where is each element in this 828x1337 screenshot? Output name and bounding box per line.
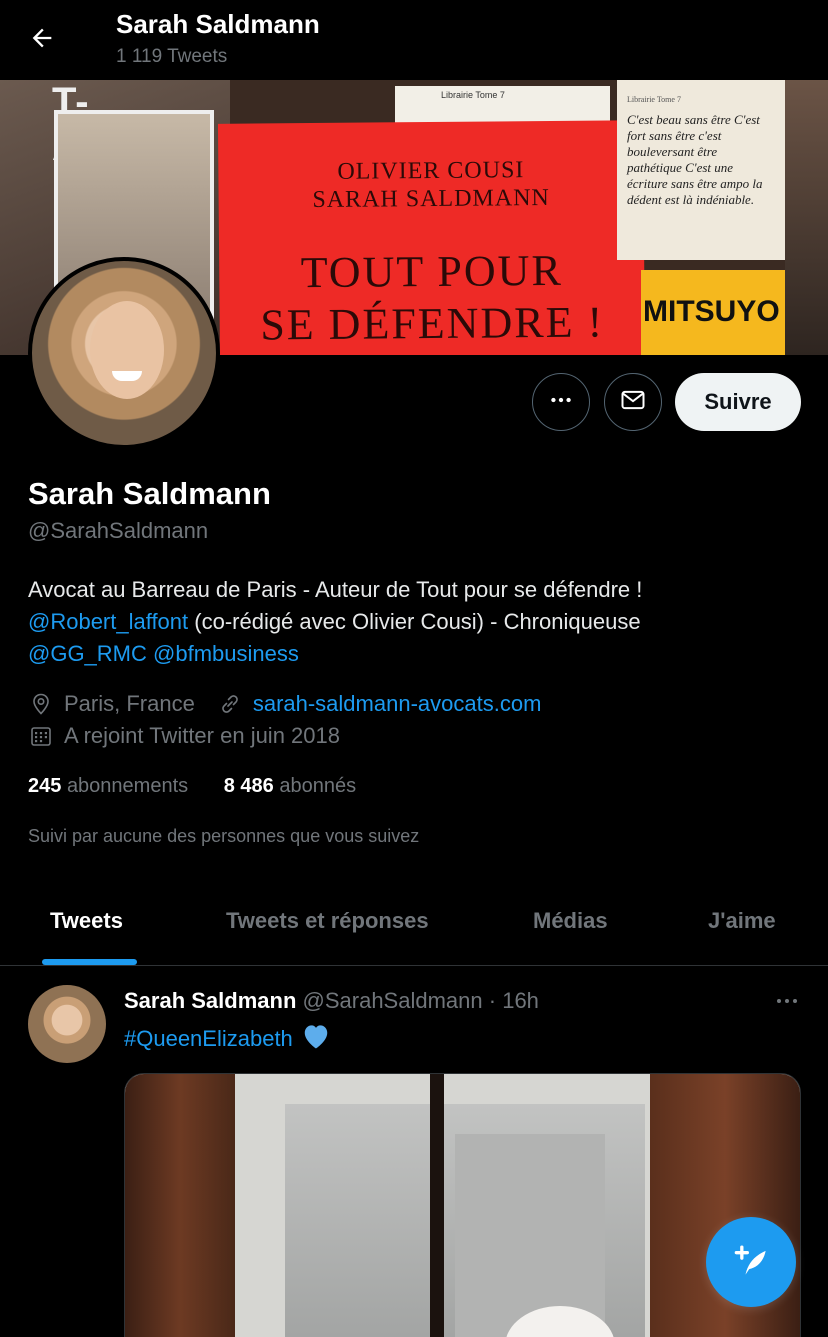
tab-tweets-replies[interactable]: Tweets et réponses	[226, 908, 429, 934]
bio-line-2: (co-rédigé avec Olivier Cousi) - Chroniq…	[188, 609, 641, 634]
tab-likes[interactable]: J'aime	[708, 908, 776, 934]
tweet-separator: ·	[488, 988, 497, 1013]
tweet-count: 1 119 Tweets	[116, 46, 228, 67]
bio-mention-bfmbusiness[interactable]: @bfmbusiness	[153, 641, 299, 666]
location-pin-icon	[28, 691, 54, 717]
more-options-button[interactable]	[532, 373, 590, 431]
compose-feather-icon	[729, 1238, 773, 1287]
tweet-author-name[interactable]: Sarah Saldmann	[124, 988, 296, 1013]
header-title: Sarah Saldmann	[116, 9, 320, 39]
banner-yellow-book: MITSUYO	[641, 270, 791, 355]
banner-right-panel	[785, 80, 828, 355]
tabs-divider	[0, 965, 828, 966]
profile-stats: 245 abonnements 8 486 abonnés	[28, 775, 356, 798]
profile-meta-joined: A rejoint Twitter en juin 2018	[28, 723, 340, 749]
tweet-author-handle[interactable]: @SarahSaldmann	[303, 988, 483, 1013]
note-header: Librairie Tome 7	[627, 95, 681, 104]
book-title-2: SE DÉFENDRE !	[260, 297, 605, 350]
tweet-header: Sarah Saldmann @SarahSaldmann · 16h	[124, 988, 539, 1014]
book-cover: OLIVIER COUSI SARAH SALDMANN TOUT POUR S…	[217, 120, 646, 355]
more-horizontal-icon	[775, 993, 799, 1011]
tweet-hashtag[interactable]: #QueenElizabeth	[124, 1026, 293, 1052]
back-arrow-icon[interactable]	[24, 20, 60, 56]
book-title-1: TOUT POUR	[300, 245, 564, 298]
profile-handle: @SarahSaldmann	[28, 518, 209, 543]
follow-button[interactable]: Suivre	[675, 373, 801, 431]
book-author-1: OLIVIER COUSI	[337, 157, 525, 185]
followers-label: abonnés	[279, 775, 357, 797]
followers-link[interactable]: 8 486 abonnés	[224, 775, 356, 797]
tweet-text: #QueenElizabeth	[124, 1022, 331, 1056]
media-window-frame-left	[125, 1074, 235, 1337]
yellow-book-label: MITSUYO	[643, 295, 780, 328]
link-icon	[217, 691, 243, 717]
envelope-icon	[619, 386, 647, 419]
bio-mention-robert-laffont[interactable]: @Robert_laffont	[28, 609, 188, 634]
blue-heart-icon	[301, 1022, 331, 1056]
tab-media[interactable]: Médias	[533, 908, 608, 934]
profile-bio: Avocat au Barreau de Paris - Auteur de T…	[28, 574, 808, 670]
note-text: C'est beau sans être C'est fort sans êtr…	[627, 112, 763, 207]
tweet-time[interactable]: 16h	[502, 988, 539, 1013]
profile-location: Paris, France	[64, 691, 195, 716]
profile-name: Sarah Saldmann	[28, 476, 271, 511]
followed-by-text: Suivi par aucune des personnes que vous …	[28, 826, 420, 846]
banner-handwritten-note: Librairie Tome 7 C'est beau sans être C'…	[617, 80, 785, 260]
more-horizontal-icon	[548, 387, 574, 418]
bio-line-1: Avocat au Barreau de Paris - Auteur de T…	[28, 577, 643, 602]
avatar-face	[90, 301, 164, 399]
bio-mention-gg-rmc[interactable]: @GG_RMC	[28, 641, 147, 666]
profile-website-link[interactable]: sarah-saldmann-avocats.com	[253, 691, 542, 717]
profile-joined-date: A rejoint Twitter en juin 2018	[64, 723, 340, 748]
tab-tweets[interactable]: Tweets	[50, 908, 123, 934]
tweet-media-image[interactable]	[124, 1073, 801, 1337]
following-count: 245	[28, 775, 62, 797]
following-label: abonnements	[66, 775, 189, 797]
message-button[interactable]	[604, 373, 662, 431]
followers-count: 8 486	[223, 775, 274, 797]
tweet-avatar[interactable]	[28, 985, 106, 1063]
book-author-2: SARAH SALDMANN	[312, 184, 550, 214]
calendar-icon	[28, 723, 54, 749]
tweet-more-button[interactable]	[772, 990, 802, 1014]
media-castle-tower	[455, 1134, 605, 1337]
media-window-mullion	[430, 1074, 444, 1337]
top-bar: Sarah Saldmann 1 119 Tweets	[0, 0, 828, 80]
following-link[interactable]: 245 abonnements	[28, 775, 188, 797]
profile-meta-location-website: Paris, France sarah-saldmann-avocats.com	[28, 691, 541, 717]
profile-avatar[interactable]	[28, 257, 220, 449]
compose-tweet-button[interactable]	[706, 1217, 796, 1307]
